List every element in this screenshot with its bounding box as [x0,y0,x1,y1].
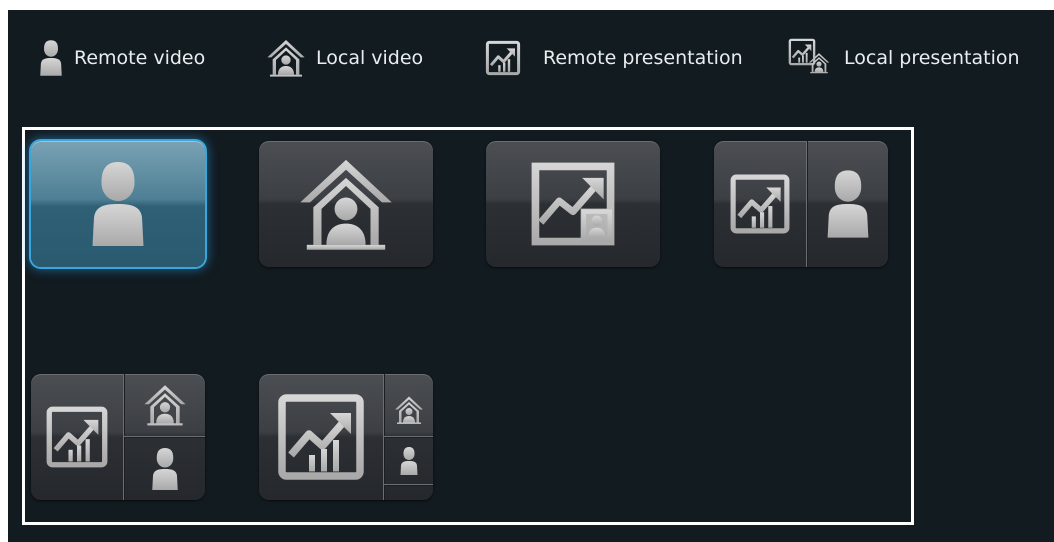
legend-local-video: Local video [266,32,423,84]
layout-remote-video-button[interactable] [31,141,205,267]
layout-selection-screen: Remote video Local video Remote presenta… [8,10,1054,542]
house-person-icon [266,38,306,78]
presentation-chart-icon [31,374,123,500]
legend-label: Remote video [74,47,206,69]
legend-label: Local presentation [844,47,1020,69]
presentation-chart-icon [259,374,383,500]
house-person-icon [384,384,433,436]
person-icon [384,437,433,484]
person-icon [807,141,888,267]
person-icon [38,39,64,77]
person-icon [124,437,205,500]
layout-presentation-inset-button[interactable] [486,141,660,267]
presentation-chart-icon [714,141,806,267]
house-person-icon [259,141,433,267]
legend-local-presentation: Local presentation [788,32,1020,84]
presentation-house-icon [788,38,834,78]
divider [384,484,433,485]
legend-label: Remote presentation [543,47,743,69]
layout-large-presentation-button[interactable] [259,374,433,500]
person-icon [31,141,205,267]
layout-local-video-button[interactable] [259,141,433,267]
legend-label: Local video [316,47,424,69]
layout-presentation-local-remote-button[interactable] [31,374,205,500]
house-person-icon [124,374,205,436]
presentation-person-icon [486,141,660,267]
presentation-chart-icon [485,40,521,76]
legend-remote-presentation: Remote presentation [485,32,743,84]
layout-presentation-remote-button[interactable] [714,141,888,267]
legend-remote-video: Remote video [38,32,205,84]
